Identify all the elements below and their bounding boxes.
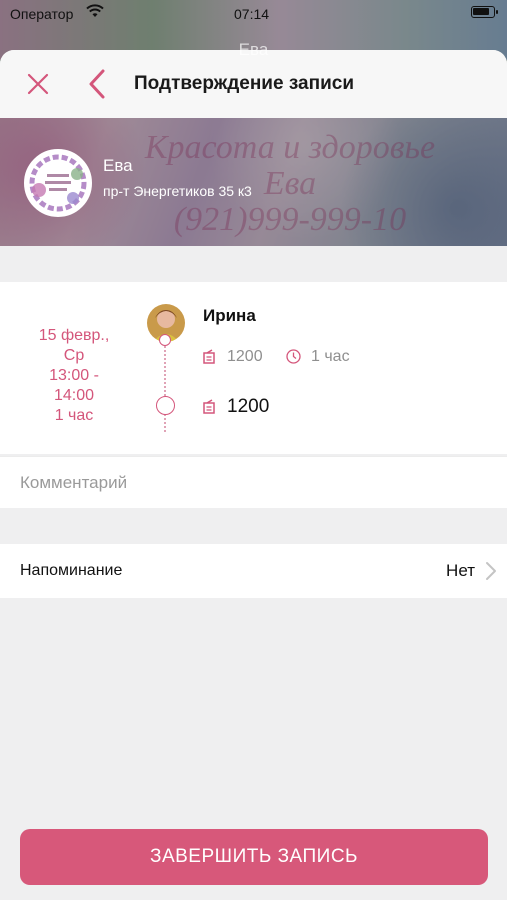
- salon-logo: [24, 149, 92, 217]
- reminder-value: Нет: [446, 561, 475, 580]
- timeline-dot: [159, 334, 171, 346]
- carrier-label: Оператор: [10, 6, 74, 22]
- comment-field[interactable]: Комментарий: [0, 456, 507, 508]
- chevron-right-icon: [486, 562, 496, 580]
- status-bar: Оператор 07:14: [0, 0, 507, 28]
- appointment-duration: 1 час: [54, 407, 94, 424]
- appointment-date: 15 февр.,: [38, 327, 110, 344]
- salon-name: Ева: [103, 156, 133, 175]
- comment-placeholder: Комментарий: [20, 473, 128, 492]
- price-tag-icon: [203, 349, 215, 364]
- timeline-dot-end: [156, 396, 175, 415]
- appointment-weekday: Ср: [63, 347, 85, 364]
- appointment-datetime: 15 февр., Ср 13:00 - 14:00 1 час: [14, 326, 134, 426]
- master-name: Ирина: [203, 306, 256, 325]
- background-title: Ева: [238, 40, 269, 59]
- service-price: 1200: [227, 348, 263, 365]
- service-duration: 1 час: [311, 348, 350, 365]
- salon-banner: Красота и здоровье Ева (921)999-999-10 w…: [0, 118, 507, 246]
- reminder-label: Напоминание: [20, 562, 123, 579]
- price-tag-icon: [203, 399, 215, 414]
- close-icon[interactable]: [24, 70, 52, 98]
- back-chevron-icon[interactable]: [86, 68, 108, 100]
- appointment-card: 15 февр., Ср 13:00 - 14:00 1 час Ирина 1…: [0, 282, 507, 454]
- reminder-row[interactable]: Напоминание Нет: [0, 544, 507, 598]
- page-title: Подтверждение записи: [134, 73, 354, 94]
- clock-icon: [286, 349, 301, 364]
- appointment-time-start: 13:00 -: [49, 367, 99, 384]
- navigation-bar: Подтверждение записи: [0, 50, 507, 118]
- timeline-line: [164, 342, 166, 432]
- battery-icon: [471, 6, 498, 18]
- total-price: 1200: [227, 396, 270, 417]
- finish-booking-button[interactable]: ЗАВЕРШИТЬ ЗАПИСЬ: [20, 829, 488, 885]
- status-time: 07:14: [234, 6, 270, 22]
- salon-address: пр-т Энергетиков 35 к3: [103, 183, 252, 199]
- modal-sheet: Подтверждение записи Красота и здоровье …: [0, 50, 507, 900]
- appointment-time-end: 14:00: [53, 387, 95, 404]
- wifi-icon: [86, 4, 104, 17]
